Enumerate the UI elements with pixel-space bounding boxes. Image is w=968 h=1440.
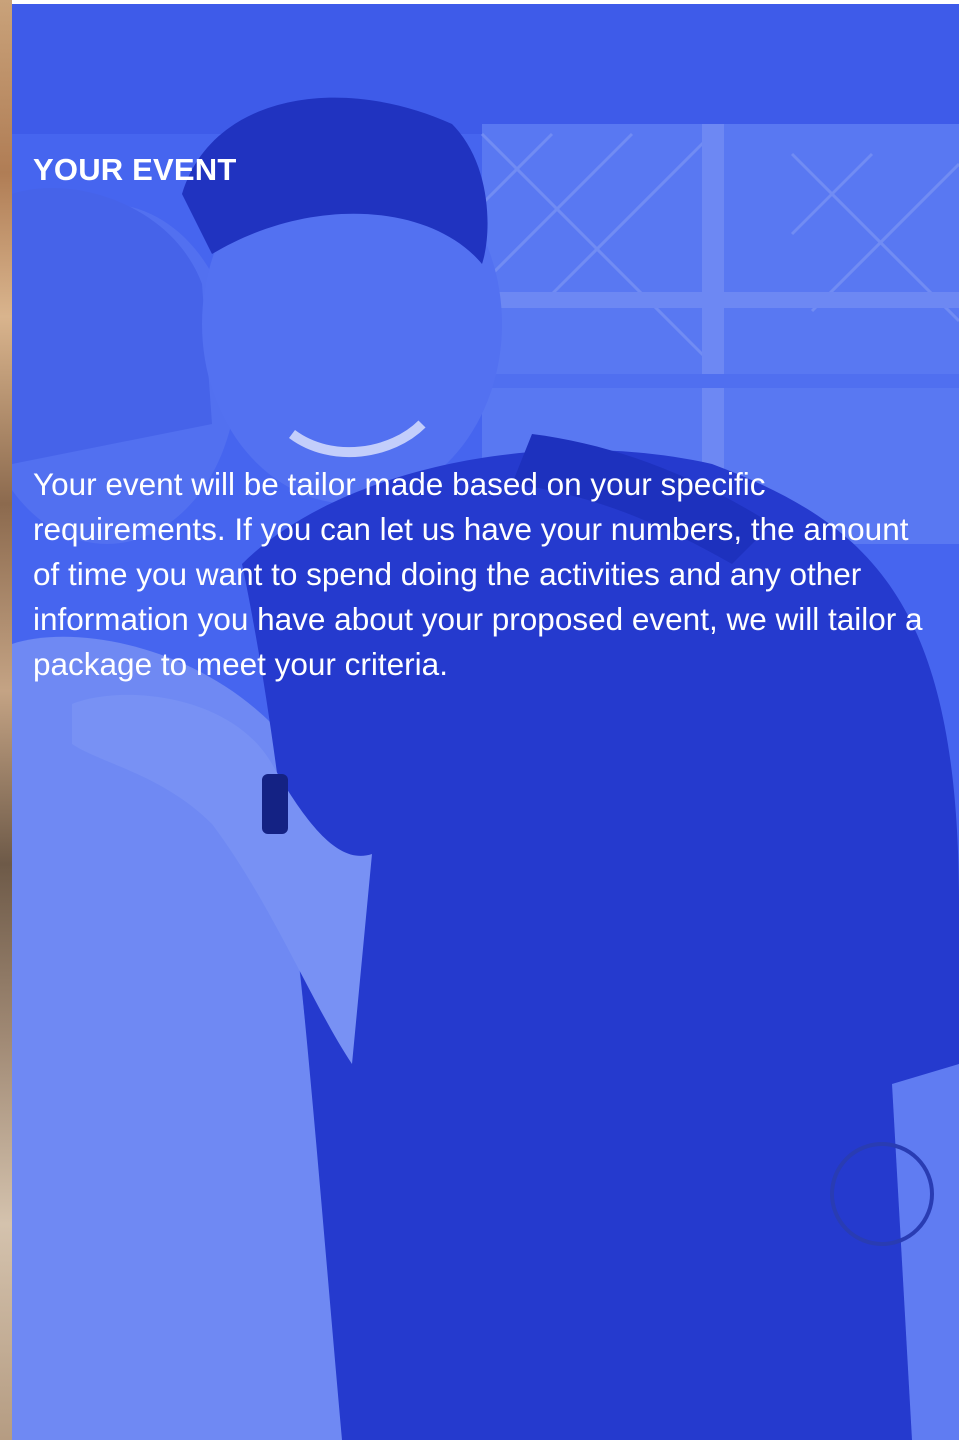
- blue-overlay: [12, 4, 959, 1440]
- description-paragraph: Your event will be tailor made based on …: [33, 466, 923, 682]
- photo-edge: [0, 0, 12, 1440]
- background-photo: [12, 4, 959, 1440]
- page: YOUR EVENT Your event will be tailor mad…: [0, 0, 968, 1440]
- section-title: YOUR EVENT: [33, 152, 237, 187]
- right-border: [959, 0, 968, 1440]
- top-border: [12, 0, 959, 4]
